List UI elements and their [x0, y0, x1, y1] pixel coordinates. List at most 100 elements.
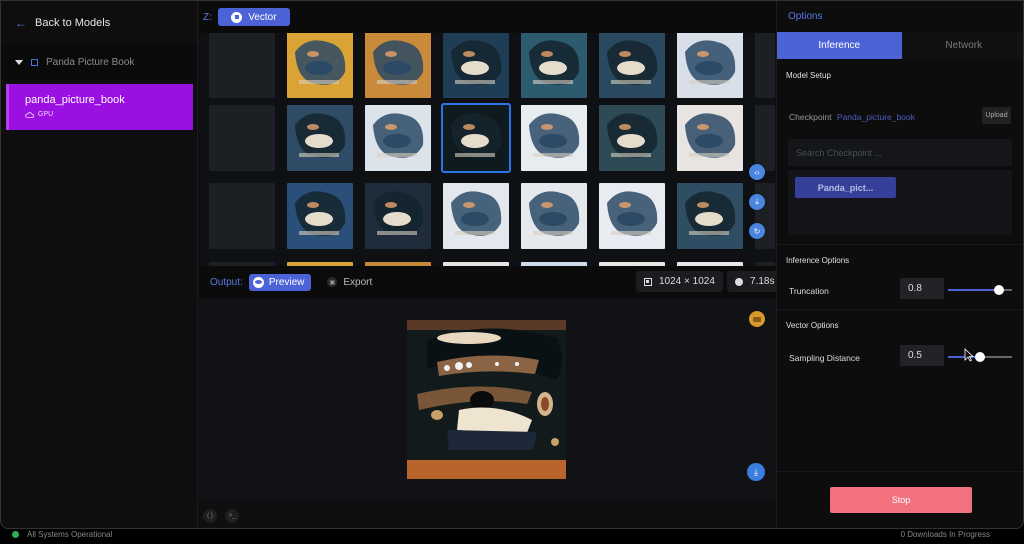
resolution-value: 1024 × 1024 [659, 276, 715, 287]
app-window: ← Back to Models Panda Picture Book pand… [0, 0, 1024, 529]
download-icon: ⤓ [755, 197, 759, 206]
device-label: GPU [38, 111, 54, 118]
empty-slot [755, 105, 775, 171]
tab-network[interactable]: Network [902, 32, 1024, 59]
main-canvas: Z: Vector ‹› ⤓ ↻ Output: Preview ▣ Expor… [199, 1, 783, 528]
slider-fill [948, 289, 1000, 291]
tab-inference[interactable]: Inference [777, 32, 902, 59]
latent-tile[interactable] [521, 183, 587, 249]
console-bar: ( ) >_ [199, 501, 776, 528]
latent-tile[interactable] [677, 183, 743, 249]
latent-tile[interactable] [287, 33, 353, 98]
terminal-icon: >_ [228, 512, 236, 519]
empty-slot [755, 33, 775, 98]
preview-tab[interactable]: Preview [248, 273, 312, 291]
terminal-button[interactable]: >_ [225, 508, 239, 523]
arrow-left-icon: ← [15, 16, 27, 30]
latent-tile[interactable] [365, 105, 431, 171]
cloud-icon [25, 111, 34, 118]
back-to-models-button[interactable]: ← Back to Models [15, 15, 110, 31]
truncation-label: Truncation [789, 286, 829, 296]
downloads-status: 0 Downloads In Progress [900, 530, 990, 539]
checkpoint-search-input[interactable] [788, 139, 1012, 166]
feedback-button[interactable] [749, 311, 765, 327]
export-icon: ▣ [327, 277, 338, 287]
divider [777, 309, 1023, 310]
latent-tile[interactable] [441, 103, 511, 173]
latent-tile[interactable] [521, 33, 587, 98]
code-icon: ‹› [754, 167, 760, 177]
time-chip: 7.18s [727, 271, 783, 292]
slider-knob[interactable] [994, 285, 1005, 295]
upload-button[interactable]: Upload [982, 107, 1011, 124]
code-view-button[interactable]: ( ) [203, 508, 217, 523]
download-output-button[interactable]: ⤓ [747, 463, 765, 481]
options-tabs: Inference Network [777, 32, 1024, 59]
latent-tile[interactable] [365, 33, 431, 98]
project-name: Panda Picture Book [46, 56, 135, 68]
truncation-input[interactable] [900, 278, 944, 299]
stop-button[interactable]: Stop [830, 487, 972, 513]
latent-tile[interactable] [443, 183, 509, 249]
latent-grid-row [209, 183, 775, 249]
latent-grid-row [209, 33, 775, 98]
mouse-cursor-icon [964, 348, 974, 362]
divider [777, 244, 1023, 245]
checkpoint-row: Checkpoint Panda_picture_book [789, 112, 915, 122]
vector-mode-button[interactable]: Vector [217, 8, 290, 26]
sampling-distance-input[interactable] [900, 345, 944, 366]
sidebar: ← Back to Models Panda Picture Book pand… [1, 1, 198, 528]
vector-icon [231, 11, 243, 23]
code-button[interactable]: ‹› [749, 164, 765, 180]
empty-slot [755, 183, 775, 249]
model-device: GPU [25, 111, 193, 118]
latent-tile[interactable] [365, 183, 431, 249]
options-title: Options [788, 11, 823, 22]
divider [777, 471, 1023, 472]
status-ok-icon [12, 531, 19, 538]
latent-tile[interactable] [677, 105, 743, 171]
latent-tile[interactable] [677, 33, 743, 98]
latent-tile[interactable] [521, 105, 587, 171]
latent-tile[interactable] [599, 183, 665, 249]
model-setup-heading: Model Setup [786, 71, 831, 80]
output-label: Output: [210, 276, 243, 288]
resolution-chip: 1024 × 1024 [636, 271, 723, 292]
image-size-icon [644, 277, 652, 286]
latent-tile[interactable] [599, 33, 665, 98]
caret-down-icon[interactable] [15, 59, 23, 65]
options-panel: Options Inference Network Model Setup Ch… [776, 1, 1024, 528]
slider-knob[interactable] [975, 352, 985, 362]
latent-tile[interactable] [287, 105, 353, 171]
latent-grid-row [209, 103, 775, 173]
vector-options-heading: Vector Options [786, 321, 839, 330]
export-tab[interactable]: ▣ Export [327, 277, 372, 288]
output-image [407, 320, 566, 479]
truncation-slider[interactable] [948, 285, 1012, 295]
sampling-distance-slider[interactable] [948, 352, 1012, 362]
braces-icon: ( ) [207, 512, 213, 519]
clock-icon [735, 277, 743, 286]
refresh-button[interactable]: ↻ [749, 223, 765, 239]
back-label: Back to Models [35, 17, 111, 29]
project-icon [31, 58, 38, 66]
empty-slot [209, 33, 275, 98]
project-tree-header[interactable]: Panda Picture Book [1, 45, 197, 79]
latent-tile[interactable] [443, 33, 509, 98]
status-bar: All Systems Operational 0 Downloads In P… [0, 529, 1024, 544]
preview-area: ⤓ [199, 298, 776, 501]
latent-tile[interactable] [287, 183, 353, 249]
latent-tile[interactable] [599, 105, 665, 171]
sampling-distance-row: Sampling Distance [777, 342, 1023, 374]
system-status-text: All Systems Operational [27, 530, 113, 539]
download-grid-button[interactable]: ⤓ [749, 194, 765, 210]
model-card[interactable]: panda_picture_book GPU [6, 84, 193, 130]
model-name: panda_picture_book [25, 94, 125, 106]
truncation-row: Truncation [777, 275, 1023, 307]
checkpoint-item[interactable]: Panda_pict... [795, 177, 896, 198]
empty-slot [209, 183, 275, 249]
latent-grid[interactable] [199, 33, 776, 266]
checkpoint-value: Panda_picture_book [836, 112, 915, 122]
vector-label: Vector [248, 11, 277, 23]
empty-slot [209, 105, 275, 171]
